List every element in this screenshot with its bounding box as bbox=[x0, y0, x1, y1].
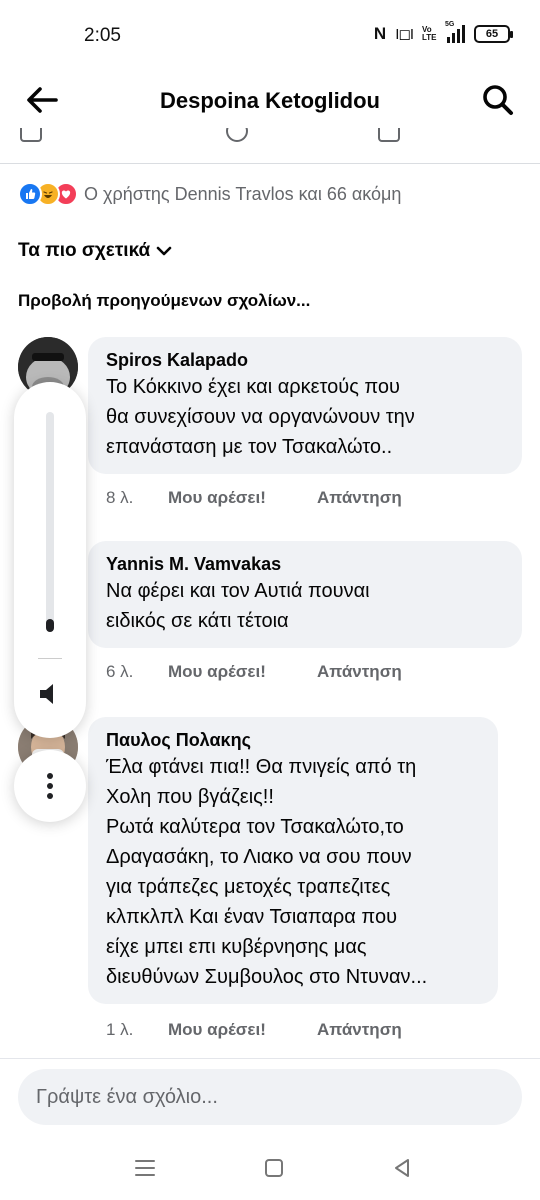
comment-action-icon bbox=[20, 128, 42, 142]
comment-text: είχε μπει επι κυβέρνησης μας bbox=[106, 936, 367, 958]
volume-more-button[interactable] bbox=[14, 750, 86, 822]
like-action-icon bbox=[226, 128, 248, 142]
volume-panel bbox=[14, 382, 86, 738]
share-action-icon bbox=[378, 128, 400, 142]
comment-author[interactable]: Yannis M. Vamvakas bbox=[106, 552, 504, 576]
comment-text: Να φέρει και τον Αυτιά πουναι bbox=[106, 580, 370, 602]
comment-bubble[interactable]: Παυλος Πολακης Έλα φτάνει πια!! Θα πνιγε… bbox=[88, 717, 498, 1004]
comment-actions: 6 λ. Μου αρέσει! Απάντηση bbox=[106, 662, 402, 682]
comment-actions: 1 λ. Μου αρέσει! Απάντηση bbox=[106, 1020, 402, 1040]
volume-slider-fill bbox=[46, 619, 54, 632]
comment-composer-bar: Γράψτε ένα σχόλιο... bbox=[0, 1058, 540, 1140]
comment-text: Δραγασάκη, το Λιακο να σου πουν bbox=[106, 846, 412, 868]
battery-icon: 65 bbox=[474, 25, 513, 43]
signal-icon: 5G bbox=[445, 21, 465, 43]
volte-icon: Vo LTE bbox=[422, 25, 437, 42]
comment-author[interactable]: Spiros Kalapado bbox=[106, 348, 504, 372]
comment-text: Έλα φτάνει πια!! Θα πνιγείς από τη bbox=[106, 756, 417, 778]
vibrate-icon: I◻I bbox=[395, 26, 414, 43]
back-triangle-icon bbox=[395, 1159, 409, 1177]
network-type: 5G bbox=[445, 21, 455, 28]
system-nav-bar bbox=[0, 1140, 540, 1200]
comment-author[interactable]: Παυλος Πολακης bbox=[106, 728, 480, 752]
comment-actions: 8 λ. Μου αρέσει! Απάντηση bbox=[106, 488, 402, 508]
comment-like-button[interactable]: Μου αρέσει! bbox=[168, 1020, 317, 1040]
volume-divider bbox=[38, 658, 62, 659]
chevron-down-icon bbox=[156, 246, 172, 256]
like-icon bbox=[18, 182, 42, 206]
comment-age[interactable]: 6 λ. bbox=[106, 662, 168, 682]
more-vertical-icon bbox=[47, 773, 53, 799]
speaker-icon bbox=[40, 684, 53, 704]
sort-label: Τα πιο σχετικά bbox=[18, 240, 151, 261]
volume-slider[interactable] bbox=[46, 412, 54, 632]
post-actions-row-cut bbox=[0, 128, 540, 164]
comment-text: κλπκλπλ Και έναν Τσιαπαρα που bbox=[106, 906, 398, 928]
comment-text: διευθύνων Συμβουλος στο Ντυναν... bbox=[106, 966, 428, 988]
reactions-text: Ο χρήστης Dennis Travlos και 66 ακόμη bbox=[84, 183, 402, 204]
comment-text: Χολη που βγάζεις!! bbox=[106, 786, 274, 808]
comment-bubble[interactable]: Spiros Kalapado Το Κόκκινο έχει και αρκε… bbox=[88, 337, 522, 474]
nfc-icon: N bbox=[373, 24, 387, 43]
search-icon bbox=[483, 85, 513, 115]
menu-icon bbox=[135, 1160, 155, 1176]
comment-text: για τράπεζες μετοχές τραπεζιτες bbox=[106, 876, 391, 898]
comment-text: επανάσταση με τον Τσακαλώτο.. bbox=[106, 436, 393, 458]
comment-like-button[interactable]: Μου αρέσει! bbox=[168, 662, 317, 682]
reactions-summary[interactable]: Ο χρήστης Dennis Travlos και 66 ακόμη bbox=[18, 180, 401, 208]
comment-reply-button[interactable]: Απάντηση bbox=[317, 662, 402, 682]
comment-text: Το Κόκκινο έχει και αρκετούς που bbox=[106, 376, 400, 398]
status-bar: 2:05 N I◻I Vo LTE 5G 65 bbox=[0, 0, 540, 72]
comment-text: ειδικός σε κάτι τέτοια bbox=[106, 610, 289, 632]
status-icons: N I◻I Vo LTE 5G 65 bbox=[373, 21, 513, 44]
comment-input[interactable]: Γράψτε ένα σχόλιο... bbox=[18, 1069, 522, 1125]
home-button[interactable] bbox=[262, 1156, 286, 1180]
comment-age[interactable]: 8 λ. bbox=[106, 488, 168, 508]
comment-bubble[interactable]: Yannis M. Vamvakas Να φέρει και τον Αυτι… bbox=[88, 541, 522, 648]
battery-level: 65 bbox=[485, 28, 499, 40]
status-time: 2:05 bbox=[84, 25, 121, 46]
comment-reply-button[interactable]: Απάντηση bbox=[317, 488, 402, 508]
comment-text: Ρωτά καλύτερα τον Τσακαλώτο,το bbox=[106, 816, 404, 838]
home-square-icon bbox=[265, 1159, 283, 1177]
comment-text: θα συνεχίσουν να οργανώνουν την bbox=[106, 406, 415, 428]
speaker-mute-button[interactable] bbox=[36, 680, 64, 708]
recent-apps-button[interactable] bbox=[133, 1156, 157, 1180]
comment-like-button[interactable]: Μου αρέσει! bbox=[168, 488, 317, 508]
back-nav-button[interactable] bbox=[390, 1156, 414, 1180]
view-previous-comments-link[interactable]: Προβολή προηγούμενων σχολίων... bbox=[18, 291, 310, 311]
comment-reply-button[interactable]: Απάντηση bbox=[317, 1020, 402, 1040]
app-header: Despoina Ketoglidou bbox=[0, 72, 540, 128]
page-title: Despoina Ketoglidou bbox=[160, 88, 380, 113]
sort-dropdown[interactable]: Τα πιο σχετικά bbox=[18, 240, 172, 262]
search-button[interactable] bbox=[478, 80, 518, 120]
comment-age[interactable]: 1 λ. bbox=[106, 1020, 168, 1040]
